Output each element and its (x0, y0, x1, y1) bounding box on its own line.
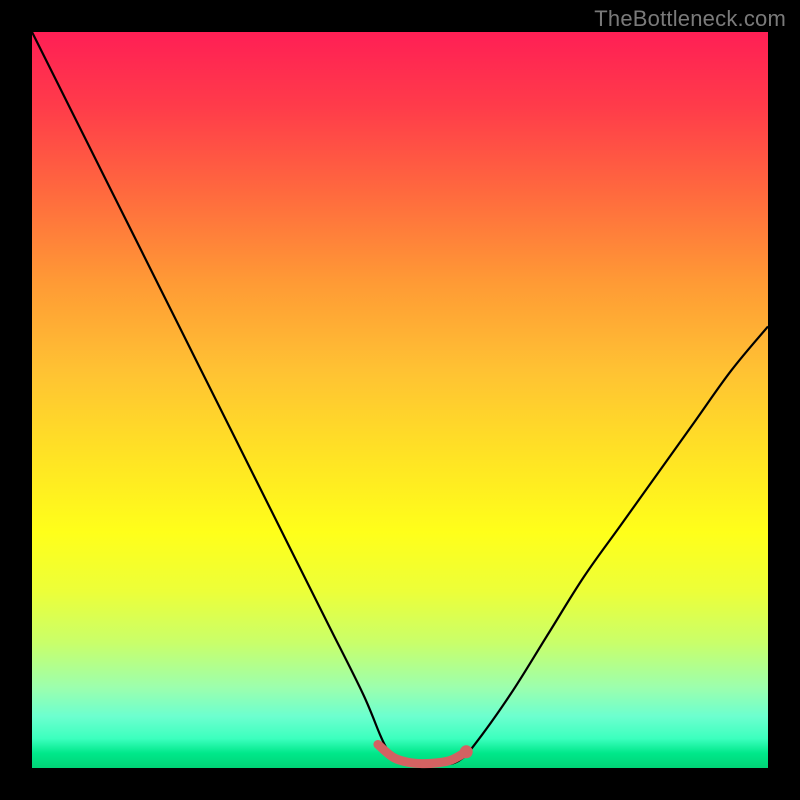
attribution-label: TheBottleneck.com (594, 6, 786, 32)
curve-highlight-end-dot (460, 745, 473, 758)
curve-highlight-segment (378, 744, 466, 763)
chart-frame: TheBottleneck.com (0, 0, 800, 800)
bottleneck-curve (32, 32, 768, 765)
plot-area (32, 32, 768, 768)
bottleneck-curve-svg (32, 32, 768, 768)
